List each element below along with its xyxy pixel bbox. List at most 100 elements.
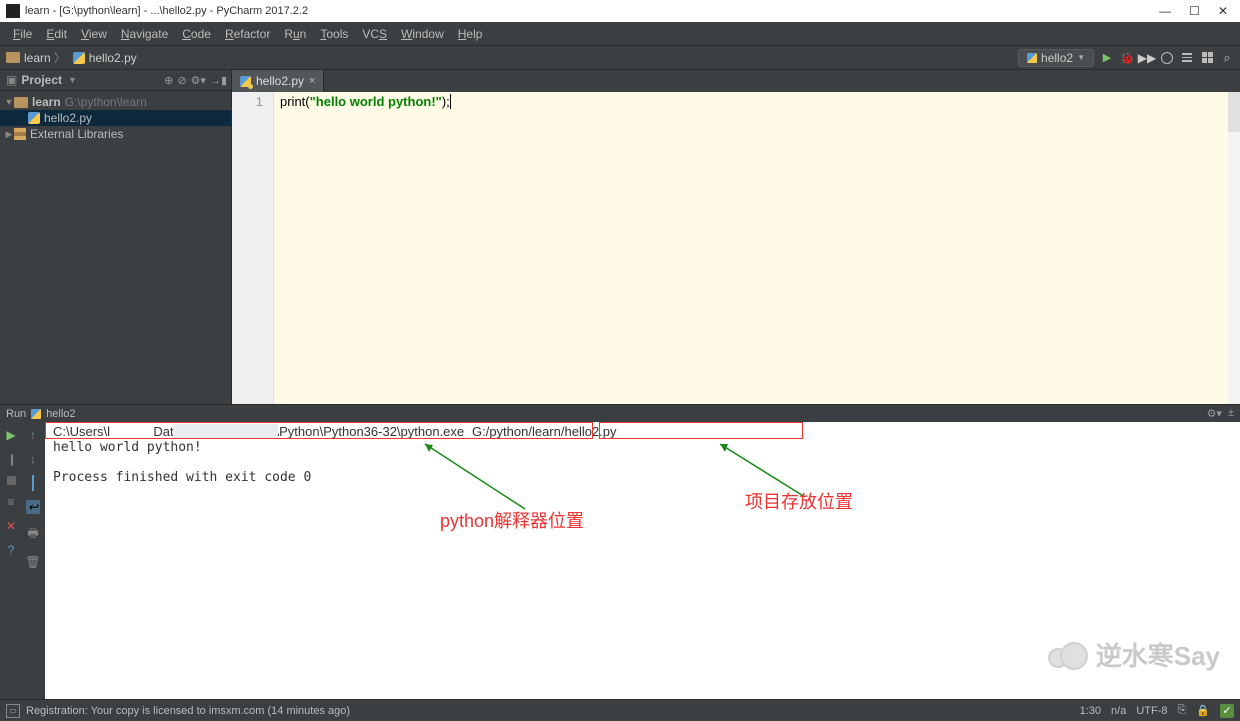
panel-icon: ▣: [6, 73, 17, 87]
tree-root-path: G:\python\learn: [65, 95, 147, 109]
status-message: Registration: Your copy is licensed to i…: [26, 705, 350, 717]
statusbar: ▭ Registration: Your copy is licensed to…: [0, 699, 1240, 721]
run-config-selector[interactable]: hello2 ▼: [1018, 49, 1094, 67]
watermark: 逆水寒Say: [1048, 636, 1220, 673]
tree-ext-libs[interactable]: ▶ External Libraries: [0, 126, 231, 142]
softwrap-icon[interactable]: ↩: [26, 500, 40, 514]
annotation-box-project: [599, 422, 803, 439]
tab-label: hello2.py: [256, 74, 304, 88]
menu-refactor[interactable]: Refactor: [218, 25, 277, 43]
editor-area: hello2.py × 1 print("hello world python!…: [232, 70, 1240, 404]
editor-scrollbar[interactable]: [1228, 92, 1240, 404]
hide-icon[interactable]: →▮: [210, 74, 227, 87]
modified-dot-icon: [248, 84, 253, 89]
watermark-text: 逆水寒Say: [1096, 636, 1220, 673]
dropdown-icon: ▼: [1077, 53, 1085, 62]
pause-button[interactable]: ||: [10, 452, 12, 466]
clear-icon[interactable]: 🗑: [25, 555, 40, 569]
menu-code[interactable]: Code: [175, 25, 218, 43]
window-controls: — ☐ ✕: [1147, 0, 1240, 22]
tree-ext-label: External Libraries: [30, 127, 123, 141]
line-gutter: 1: [232, 92, 274, 404]
menu-edit[interactable]: Edit: [39, 25, 74, 43]
grid-icon[interactable]: [1200, 51, 1214, 65]
event-badge[interactable]: ✓: [1220, 704, 1234, 718]
python-icon: [31, 409, 41, 419]
console-blank: [53, 455, 1232, 470]
collapse-icon[interactable]: ⊕: [164, 74, 173, 87]
minimize-panel-icon[interactable]: ±: [1228, 407, 1234, 420]
run-button[interactable]: ▶: [1100, 51, 1114, 65]
globe-icon[interactable]: [1160, 51, 1174, 65]
close-button[interactable]: ✕: [1218, 4, 1228, 18]
menu-file[interactable]: File: [6, 25, 39, 43]
annotation-label-project: 项目存放位置: [745, 488, 853, 514]
help-icon[interactable]: ?: [8, 543, 15, 557]
dump-button[interactable]: ≡: [7, 495, 14, 509]
project-sidebar: ▣ Project ▼ ⊕ ⊘ ⚙▾ →▮ ▼ learn G:\python\…: [0, 70, 232, 404]
run-toolbar: ▶ || ≡ ✕ ? ↑ ↓ ↩ 🖶 🗑: [0, 422, 45, 705]
annotation-label-interpreter: python解释器位置: [440, 507, 584, 533]
debug-button[interactable]: 🐞: [1120, 51, 1134, 65]
menu-run[interactable]: Run: [277, 25, 313, 43]
python-icon: [1027, 53, 1037, 63]
event-log-icon[interactable]: ▭: [6, 704, 20, 718]
project-title: Project: [21, 73, 62, 87]
encoding[interactable]: UTF-8: [1136, 705, 1167, 717]
menu-help[interactable]: Help: [451, 25, 490, 43]
stop-button[interactable]: [7, 476, 16, 485]
insert-mode-icon[interactable]: ⎘: [1177, 704, 1186, 717]
close-run-icon[interactable]: ✕: [6, 519, 16, 533]
watermark-icon: [1048, 638, 1088, 672]
menu-tools[interactable]: Tools: [313, 25, 355, 43]
lock-icon[interactable]: 🔒: [1196, 704, 1210, 717]
filter-icon[interactable]: [32, 476, 34, 490]
menu-window[interactable]: Window: [394, 25, 451, 43]
structure-icon[interactable]: [1180, 51, 1194, 65]
minimize-button[interactable]: —: [1159, 4, 1171, 18]
rerun-button[interactable]: ▶: [6, 428, 15, 442]
main-split: ▣ Project ▼ ⊕ ⊘ ⚙▾ →▮ ▼ learn G:\python\…: [0, 70, 1240, 404]
code-editor[interactable]: 1 print("hello world python!"); ⎯: [232, 92, 1240, 404]
run-panel-header: Run hello2 ⚙▾ ±: [0, 404, 1240, 422]
tree-expand-icon[interactable]: ▼: [4, 97, 14, 107]
code-content[interactable]: print("hello world python!");: [274, 92, 1240, 404]
print-icon[interactable]: 🖶: [27, 524, 38, 545]
gear-icon[interactable]: ⚙▾: [191, 74, 206, 87]
folder-icon: [6, 52, 20, 63]
folder-icon: [14, 97, 28, 108]
maximize-button[interactable]: ☐: [1189, 4, 1200, 18]
search-icon[interactable]: ⌕: [1220, 51, 1234, 65]
console-line-out: hello world python!: [53, 440, 1232, 455]
editor-tabs: hello2.py ×: [232, 70, 1240, 92]
gear-icon[interactable]: ⚙▾: [1207, 407, 1222, 420]
down-trace-icon[interactable]: ↓: [30, 452, 36, 466]
chevron-down-icon[interactable]: ▼: [68, 75, 77, 85]
menubar: File Edit View Navigate Code Refactor Ru…: [0, 22, 1240, 46]
close-tab-icon[interactable]: ×: [309, 75, 315, 87]
menu-navigate[interactable]: Navigate: [114, 25, 175, 43]
toolbar-right: hello2 ▼ ▶ 🐞 ▶▶ ⌕: [1018, 49, 1234, 67]
breadcrumb-folder[interactable]: learn: [24, 51, 51, 65]
menu-vcs[interactable]: VCS: [355, 25, 394, 43]
navigation-bar: learn 〉 hello2.py hello2 ▼ ▶ 🐞 ▶▶ ⌕: [0, 46, 1240, 70]
python-file-icon: [240, 76, 251, 87]
library-icon: [14, 128, 26, 140]
run-label: Run: [6, 408, 26, 420]
project-header: ▣ Project ▼ ⊕ ⊘ ⚙▾ →▮: [0, 70, 231, 91]
menu-view[interactable]: View: [74, 25, 114, 43]
line-number: 1: [256, 94, 263, 109]
tree-file-name: hello2.py: [44, 111, 92, 125]
window-title: learn - [G:\python\learn] - ...\hello2.p…: [25, 5, 308, 17]
breadcrumb-file[interactable]: hello2.py: [89, 51, 137, 65]
rerun-button[interactable]: ▶▶: [1140, 51, 1154, 65]
tree-file[interactable]: hello2.py: [0, 110, 231, 126]
window-titlebar: learn - [G:\python\learn] - ...\hello2.p…: [0, 0, 1240, 22]
up-trace-icon[interactable]: ↑: [30, 428, 36, 442]
run-config-name: hello2: [1041, 51, 1073, 65]
target-icon[interactable]: ⊘: [177, 74, 186, 87]
tree-expand-icon[interactable]: ▶: [4, 129, 14, 140]
tree-root[interactable]: ▼ learn G:\python\learn: [0, 94, 231, 110]
breadcrumb-separator: 〉: [54, 49, 66, 66]
editor-tab[interactable]: hello2.py ×: [232, 70, 324, 92]
